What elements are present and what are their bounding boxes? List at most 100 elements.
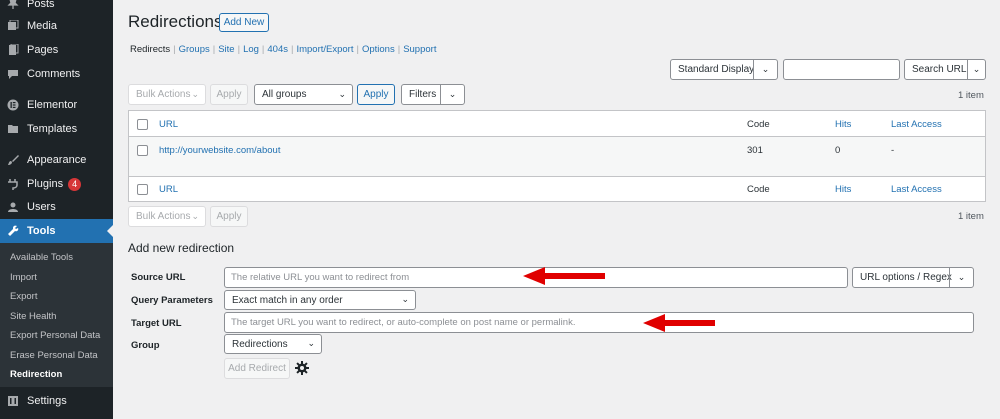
target-url-label: Target URL	[131, 318, 182, 329]
subnav-options[interactable]: Options	[362, 44, 395, 55]
users-icon	[0, 201, 26, 213]
group-filter-select[interactable]: All groups ⌄	[254, 84, 353, 105]
filters-value: Filters	[409, 89, 437, 100]
submenu-item-export[interactable]: Export	[10, 291, 37, 302]
submenu-item-export-personal-data[interactable]: Export Personal Data	[10, 330, 100, 341]
row-last-access: -	[891, 145, 895, 156]
sidebar-item-comments[interactable]: Comments	[0, 62, 113, 86]
brush-icon	[0, 154, 26, 166]
target-url-input[interactable]: The target URL you want to redirect, or …	[224, 312, 974, 333]
sidebar-item-label: Users	[27, 201, 56, 213]
filters-select[interactable]: Filters ⌄	[401, 84, 465, 105]
sidebar-item-elementor[interactable]: Elementor	[0, 93, 113, 117]
source-url-placeholder: The relative URL you want to redirect fr…	[231, 272, 410, 283]
bulk-apply-button-bottom[interactable]: Apply	[210, 206, 248, 227]
display-mode-select[interactable]: Standard Display ⌄	[670, 59, 778, 80]
display-mode-value: Standard Display	[678, 64, 755, 75]
column-footer-hits[interactable]: Hits	[835, 184, 851, 195]
bulk-actions-value: Bulk Actions	[136, 89, 191, 100]
column-footer-url[interactable]: URL	[159, 184, 178, 195]
subnav-support[interactable]: Support	[403, 44, 436, 55]
submenu-item-import[interactable]: Import	[10, 272, 37, 283]
submenu-item-redirection[interactable]: Redirection	[10, 369, 62, 380]
sidebar-item-label: Settings	[27, 395, 67, 407]
url-options-select[interactable]: URL options / Regex ⌄	[852, 267, 974, 288]
chevron-down-icon: ⌄	[753, 60, 777, 79]
row-url[interactable]: http://yourwebsite.com/about	[159, 145, 280, 156]
chevron-down-icon: ⌄	[307, 337, 315, 348]
row-hits: 0	[835, 145, 841, 156]
sidebar-item-appearance[interactable]: Appearance	[0, 148, 113, 172]
chevron-down-icon: ⌄	[949, 268, 973, 287]
source-url-label: Source URL	[131, 272, 186, 283]
select-all-checkbox[interactable]	[137, 119, 148, 130]
column-header-hits[interactable]: Hits	[835, 119, 851, 130]
gear-icon[interactable]	[294, 360, 310, 376]
bulk-apply-button[interactable]: Apply	[210, 84, 248, 105]
annotation-arrow-target	[643, 314, 715, 332]
sidebar-item-plugins[interactable]: Plugins 4	[0, 172, 113, 196]
subnav-site[interactable]: Site	[218, 44, 234, 55]
bulk-actions-select-bottom[interactable]: Bulk Actions ⌄	[128, 206, 206, 227]
add-redirection-heading: Add new redirection	[128, 241, 235, 255]
sidebar-item-pages[interactable]: Pages	[0, 38, 113, 62]
plugin-icon	[0, 178, 26, 190]
sidebar-item-settings[interactable]: Settings	[0, 389, 113, 413]
sidebar-item-label: Posts	[27, 0, 55, 10]
subnav-groups[interactable]: Groups	[179, 44, 210, 55]
pin-icon	[0, 0, 26, 10]
sidebar-item-tools[interactable]: Tools	[0, 219, 113, 243]
item-count-bottom: 1 item	[958, 211, 984, 222]
target-url-placeholder: The target URL you want to redirect, or …	[231, 317, 576, 328]
page-title: Redirections	[128, 12, 223, 31]
sidebar-item-label: Appearance	[27, 154, 87, 166]
subnav-log[interactable]: Log	[243, 44, 259, 55]
query-parameters-select[interactable]: Exact match in any order ⌄	[224, 290, 416, 310]
column-header-last-access[interactable]: Last Access	[891, 119, 942, 130]
search-url-button[interactable]: Search URL ⌄	[904, 59, 986, 80]
table-row[interactable]: http://yourwebsite.com/about 301 0 -	[129, 137, 985, 177]
query-parameters-label: Query Parameters	[131, 295, 213, 306]
redirection-subnav: Redirects | Groups | Site | Log | 404s | Import/Ex…	[130, 44, 437, 55]
column-footer-code: Code	[747, 184, 770, 195]
elementor-icon	[0, 99, 26, 111]
subnav-redirects[interactable]: Redirects	[130, 44, 170, 55]
main-content: Redirections Add New Redirects | Groups | Si…	[113, 0, 1000, 419]
sidebar-item-label: Tools	[27, 225, 56, 237]
group-apply-button[interactable]: Apply	[357, 84, 395, 105]
annotation-arrow-source	[523, 267, 605, 285]
submenu-item-available-tools[interactable]: Available Tools	[10, 252, 73, 263]
group-select[interactable]: Redirections ⌄	[224, 334, 322, 354]
chevron-down-icon: ⌄	[401, 293, 409, 304]
column-header-url[interactable]: URL	[159, 119, 178, 130]
subnav-import-export[interactable]: Import/Export	[296, 44, 353, 55]
sidebar-item-label: Templates	[27, 123, 78, 135]
admin-sidebar: Posts Media Pages Comments Elementor Tem…	[0, 0, 113, 419]
group-label: Group	[131, 340, 160, 351]
row-code: 301	[747, 145, 763, 156]
column-footer-last-access[interactable]: Last Access	[891, 184, 942, 195]
add-new-button[interactable]: Add New	[219, 13, 269, 32]
sidebar-item-media[interactable]: Media	[0, 14, 113, 38]
sidebar-item-users[interactable]: Users	[0, 195, 113, 219]
item-count-top: 1 item	[958, 90, 984, 101]
submenu-item-erase-personal-data[interactable]: Erase Personal Data	[10, 350, 98, 361]
subnav-404s[interactable]: 404s	[267, 44, 288, 55]
submenu-item-site-health[interactable]: Site Health	[10, 311, 56, 322]
search-url-label: Search URL	[912, 64, 967, 75]
bulk-actions-select[interactable]: Bulk Actions ⌄	[128, 84, 206, 105]
redirects-table: URL Code Hits Last Access http://yourweb…	[128, 110, 986, 202]
row-checkbox[interactable]	[137, 145, 148, 156]
chevron-down-icon: ⌄	[191, 210, 199, 221]
tools-submenu: Available Tools Import Export Site Healt…	[0, 243, 113, 387]
media-icon	[0, 20, 26, 32]
comments-icon	[0, 68, 26, 80]
add-redirect-button[interactable]: Add Redirect	[224, 358, 290, 379]
sidebar-item-templates[interactable]: Templates	[0, 117, 113, 141]
select-all-checkbox-footer[interactable]	[137, 184, 148, 195]
settings-icon	[0, 395, 26, 407]
search-input[interactable]	[783, 59, 900, 80]
chevron-down-icon: ⌄	[191, 88, 199, 99]
sidebar-item-label: Comments	[27, 68, 81, 80]
plugins-update-badge: 4	[68, 177, 82, 191]
